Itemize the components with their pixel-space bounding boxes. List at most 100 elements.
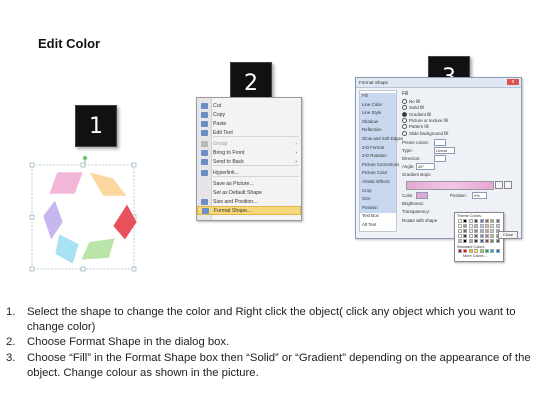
cycle-segment-purple[interactable] xyxy=(42,199,64,241)
resize-handle[interactable] xyxy=(80,266,86,272)
menu-item[interactable]: Format Shape... xyxy=(197,206,301,215)
color-swatch[interactable] xyxy=(495,224,500,228)
color-swatch[interactable] xyxy=(463,239,468,243)
rotation-handle[interactable] xyxy=(82,156,88,161)
color-swatch[interactable] xyxy=(495,219,500,223)
nav-item[interactable]: Crop xyxy=(362,188,372,193)
fill-option-radio[interactable]: Solid fill xyxy=(402,105,424,111)
color-swatch[interactable] xyxy=(490,224,495,228)
color-swatch[interactable] xyxy=(458,229,462,233)
menu-item[interactable]: Size and Position... xyxy=(197,197,301,206)
dialog-close-button[interactable]: Close xyxy=(498,231,518,239)
color-swatch[interactable] xyxy=(479,219,484,223)
nav-item[interactable]: Picture Corrections xyxy=(362,162,399,167)
cycle-segment-red[interactable] xyxy=(112,203,138,241)
color-swatch[interactable] xyxy=(485,234,489,238)
nav-item[interactable]: Picture Color xyxy=(362,170,387,175)
color-swatch[interactable] xyxy=(490,239,495,243)
color-swatch[interactable] xyxy=(485,224,489,228)
color-swatch[interactable] xyxy=(468,224,473,228)
color-swatch[interactable] xyxy=(474,219,479,223)
nav-item[interactable]: Alt Text xyxy=(362,222,376,227)
nav-item[interactable]: Shadow xyxy=(362,119,378,124)
color-swatch[interactable] xyxy=(479,249,484,253)
color-swatch[interactable] xyxy=(479,234,484,238)
menu-item[interactable]: Copy xyxy=(197,110,301,119)
resize-handle[interactable] xyxy=(131,266,137,272)
add-stop-button[interactable] xyxy=(495,181,503,189)
resize-handle[interactable] xyxy=(29,162,35,168)
cycle-segment-orange[interactable] xyxy=(88,171,128,197)
color-swatch[interactable] xyxy=(495,239,500,243)
color-swatch[interactable] xyxy=(474,224,479,228)
color-swatch[interactable] xyxy=(468,219,473,223)
color-swatch[interactable] xyxy=(463,229,468,233)
resize-handle[interactable] xyxy=(29,214,35,220)
color-swatch[interactable] xyxy=(490,249,495,253)
color-swatch[interactable] xyxy=(485,219,489,223)
color-swatch[interactable] xyxy=(458,219,462,223)
color-swatch[interactable] xyxy=(468,229,473,233)
cycle-diagram[interactable] xyxy=(29,156,139,276)
type-dropdown[interactable]: Linear xyxy=(434,147,455,154)
cycle-segment-pink[interactable] xyxy=(48,171,84,195)
selected-cycle-shape[interactable] xyxy=(29,156,139,276)
nav-item[interactable]: Line Color xyxy=(362,102,382,107)
color-swatch[interactable] xyxy=(458,239,462,243)
gradient-stops-bar[interactable] xyxy=(406,181,494,190)
color-swatch[interactable] xyxy=(490,219,495,223)
nav-item[interactable]: Size xyxy=(362,196,371,201)
color-swatch[interactable] xyxy=(463,219,468,223)
color-swatch[interactable] xyxy=(463,224,468,228)
color-swatch[interactable] xyxy=(490,234,495,238)
preset-colors-dropdown[interactable] xyxy=(434,139,446,146)
menu-item[interactable]: Bring to Front › xyxy=(197,148,301,157)
menu-item[interactable]: Group › xyxy=(197,139,301,148)
color-swatch[interactable] xyxy=(468,234,473,238)
color-swatch[interactable] xyxy=(490,229,495,233)
color-swatch[interactable] xyxy=(474,234,479,238)
color-swatch[interactable] xyxy=(458,234,462,238)
resize-handle[interactable] xyxy=(29,266,35,272)
color-swatch[interactable] xyxy=(474,229,479,233)
more-colors-link[interactable]: More Colors... xyxy=(463,254,487,258)
direction-dropdown[interactable] xyxy=(434,155,446,162)
fill-option-radio[interactable]: Pattern fill xyxy=(402,124,429,130)
menu-item[interactable]: Set as Default Shape xyxy=(197,188,301,197)
color-swatch[interactable] xyxy=(495,249,500,253)
color-swatch[interactable] xyxy=(458,224,462,228)
color-swatch[interactable] xyxy=(485,229,489,233)
nav-item[interactable]: Text Box xyxy=(362,213,379,218)
fill-option-radio[interactable]: Picture or texture fill xyxy=(402,117,448,123)
nav-item[interactable]: Reflection xyxy=(362,127,382,132)
resize-handle[interactable] xyxy=(80,162,86,168)
nav-item[interactable]: Line Style xyxy=(362,110,381,115)
color-swatch[interactable] xyxy=(485,239,489,243)
angle-input[interactable]: 45° xyxy=(416,163,435,170)
color-swatch[interactable] xyxy=(458,249,462,253)
remove-stop-button[interactable] xyxy=(504,181,512,189)
color-swatch[interactable] xyxy=(468,239,473,243)
nav-item[interactable]: Artistic Effects xyxy=(362,179,390,184)
color-swatch[interactable] xyxy=(474,239,479,243)
nav-item[interactable]: 3-D Rotation xyxy=(362,153,387,158)
fill-option-radio[interactable]: Gradient fill xyxy=(402,111,431,117)
color-swatch[interactable] xyxy=(479,229,484,233)
menu-item[interactable]: Save as Picture... xyxy=(197,179,301,188)
color-swatch[interactable] xyxy=(474,249,479,253)
position-input[interactable]: 0% xyxy=(472,192,487,199)
color-picker-button[interactable] xyxy=(416,192,428,199)
color-swatch[interactable] xyxy=(463,234,468,238)
cycle-segment-blue[interactable] xyxy=(54,233,80,265)
close-icon[interactable]: x xyxy=(507,79,519,85)
menu-item[interactable]: Cut xyxy=(197,101,301,110)
nav-item[interactable]: Position xyxy=(362,205,378,210)
color-swatch[interactable] xyxy=(468,249,473,253)
resize-handle[interactable] xyxy=(131,162,137,168)
rotate-with-shape-checkbox[interactable]: Rotate with shape xyxy=(402,218,437,223)
color-swatch[interactable] xyxy=(463,249,468,253)
color-swatch[interactable] xyxy=(479,239,484,243)
color-swatch[interactable] xyxy=(485,249,489,253)
fill-option-radio[interactable]: No fill xyxy=(402,99,420,104)
nav-item[interactable]: 3-D Format xyxy=(362,145,384,150)
